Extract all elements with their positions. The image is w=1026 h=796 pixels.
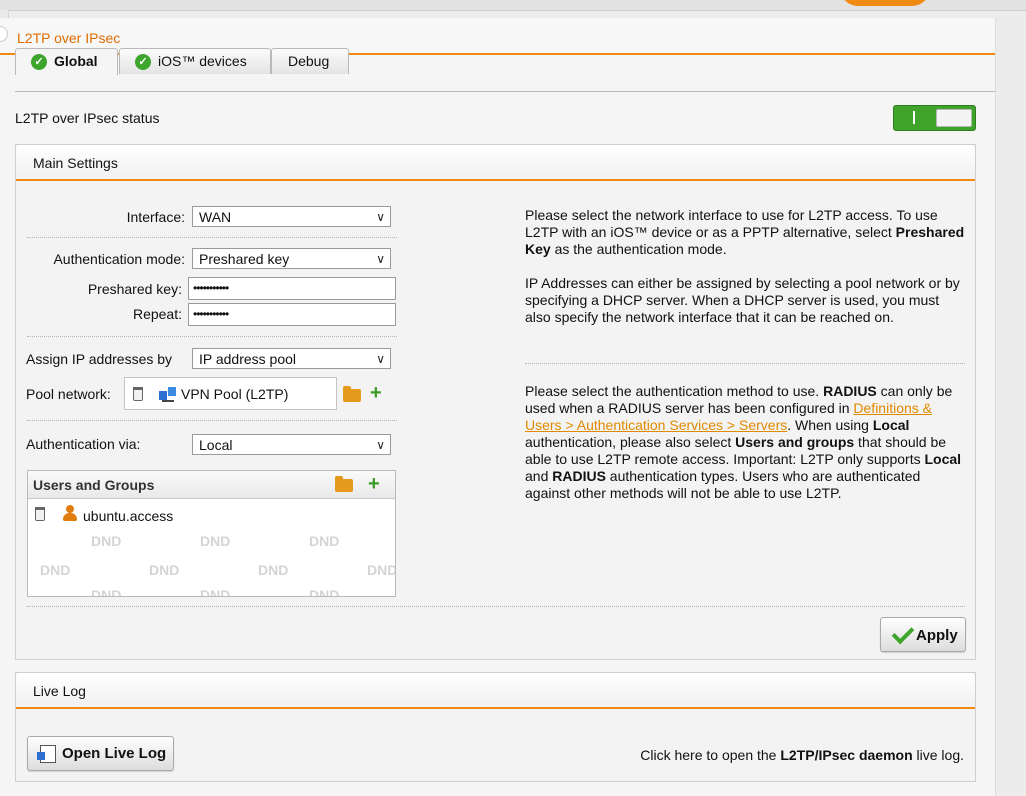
trash-icon[interactable] — [35, 507, 45, 521]
live-log-hint-text: live log. — [912, 747, 964, 763]
tab-global[interactable]: ✓ Global — [15, 48, 118, 75]
auth-mode-select[interactable]: Preshared key ∨ — [192, 248, 391, 269]
preshared-key-field[interactable]: ••••••••••• — [188, 277, 396, 300]
trash-icon[interactable] — [133, 387, 143, 401]
users-groups-header: Users and Groups + — [28, 471, 395, 499]
chevron-down-icon: ∨ — [376, 252, 385, 266]
live-log-header: Live Log — [16, 673, 975, 709]
dnd-watermark: DND — [149, 562, 180, 578]
live-log-hint: Click here to open the L2TP/IPsec daemon… — [560, 747, 964, 763]
repeat-label: Repeat: — [132, 306, 182, 322]
main-settings-title: Main Settings — [33, 155, 118, 171]
chevron-down-icon: ∨ — [376, 438, 385, 452]
assign-ip-select[interactable]: IP address pool ∨ — [192, 348, 391, 369]
tab-ios-devices[interactable]: ✓ iOS™ devices — [119, 48, 271, 74]
open-live-log-button[interactable]: Open Live Log — [27, 736, 174, 771]
help-text: Please select the authentication method … — [525, 383, 824, 399]
divider — [27, 606, 965, 607]
auth-via-value: Local — [199, 437, 233, 453]
help-text: . When using — [787, 417, 873, 433]
tab-debug[interactable]: Debug — [271, 48, 349, 74]
dnd-watermark: DND — [309, 587, 340, 597]
dnd-watermark: DND — [40, 562, 71, 578]
top-navigation-strip — [0, 0, 1026, 11]
network-icon — [159, 386, 177, 402]
divider — [27, 336, 397, 337]
help-text: and — [525, 468, 553, 484]
users-groups-item[interactable]: ubuntu.access — [83, 508, 173, 524]
panel-bullet-icon — [0, 26, 8, 42]
chevron-down-icon: ∨ — [376, 210, 385, 224]
live-log-hint-emphasis: L2TP/IPsec daemon — [780, 747, 913, 763]
live-log-hint-text: Click here to open the — [640, 747, 781, 763]
apply-label: Apply — [916, 627, 958, 644]
dnd-watermark: DND — [367, 562, 396, 578]
help-text: as the authentication mode. — [550, 241, 727, 257]
users-groups-title: Users and Groups — [33, 477, 155, 493]
help-text: authentication, please also select — [525, 434, 736, 450]
preshared-key-label: Preshared key: — [87, 281, 182, 297]
help-emphasis: Local — [924, 451, 962, 467]
interface-value: WAN — [199, 209, 232, 225]
log-icon — [37, 745, 56, 763]
pool-network-value: VPN Pool (L2TP) — [181, 386, 289, 402]
status-toggle[interactable] — [893, 105, 976, 131]
dnd-watermark: DND — [91, 587, 122, 597]
help-ip-assignment: IP Addresses can either be assigned by s… — [525, 275, 960, 325]
toggle-on-indicator — [913, 111, 915, 124]
user-icon — [62, 505, 78, 521]
help-emphasis: Local — [872, 417, 910, 433]
auth-via-select[interactable]: Local ∨ — [192, 434, 391, 455]
status-label: L2TP over IPsec status — [15, 110, 160, 126]
users-groups-box[interactable]: Users and Groups + ubuntu.access DND DND… — [27, 470, 396, 597]
tab-label: iOS™ devices — [158, 53, 247, 69]
check-icon — [891, 621, 915, 645]
open-live-log-label: Open Live Log — [62, 745, 167, 762]
interface-select[interactable]: WAN ∨ — [192, 206, 391, 227]
help-emphasis: RADIUS — [552, 468, 606, 484]
divider — [27, 237, 397, 238]
tab-label: Debug — [288, 53, 330, 69]
add-icon[interactable]: + — [370, 383, 382, 403]
toggle-knob — [936, 109, 972, 127]
live-log-title: Live Log — [33, 683, 86, 699]
divider — [525, 363, 965, 364]
pool-network-label: Pool network: — [26, 386, 111, 402]
divider — [27, 420, 397, 421]
interface-label: Interface: — [126, 209, 185, 225]
help-text: Please select the network interface to u… — [525, 207, 938, 240]
panel-title: L2TP over IPsec — [17, 30, 121, 46]
add-icon[interactable]: + — [368, 474, 380, 494]
assign-ip-value: IP address pool — [199, 351, 297, 367]
folder-icon[interactable] — [343, 386, 361, 402]
auth-mode-value: Preshared key — [199, 251, 290, 267]
auth-mode-label: Authentication mode: — [53, 251, 185, 267]
dnd-watermark: DND — [91, 533, 122, 549]
repeat-key-field[interactable]: ••••••••••• — [188, 303, 396, 326]
main-settings-header: Main Settings — [16, 145, 975, 181]
help-interface: Please select the network interface to u… — [525, 207, 965, 258]
tab-underline — [15, 91, 995, 92]
check-circle-icon: ✓ — [135, 54, 151, 70]
help-emphasis: RADIUS — [823, 383, 877, 399]
dnd-watermark: DND — [200, 587, 231, 597]
active-nav-marker — [840, 0, 930, 6]
folder-icon[interactable] — [335, 476, 353, 492]
check-circle-icon: ✓ — [31, 54, 47, 70]
assign-ip-label: Assign IP addresses by — [26, 351, 173, 367]
pool-network-dropzone[interactable]: VPN Pool (L2TP) — [124, 377, 337, 410]
auth-via-label: Authentication via: — [26, 436, 141, 452]
apply-button[interactable]: Apply — [880, 617, 966, 652]
tab-label: Global — [54, 53, 98, 69]
help-authentication: Please select the authentication method … — [525, 383, 965, 502]
help-emphasis: Users and groups — [735, 434, 855, 450]
dnd-watermark: DND — [309, 533, 340, 549]
dnd-watermark: DND — [200, 533, 231, 549]
chevron-down-icon: ∨ — [376, 352, 385, 366]
dnd-watermark: DND — [258, 562, 289, 578]
